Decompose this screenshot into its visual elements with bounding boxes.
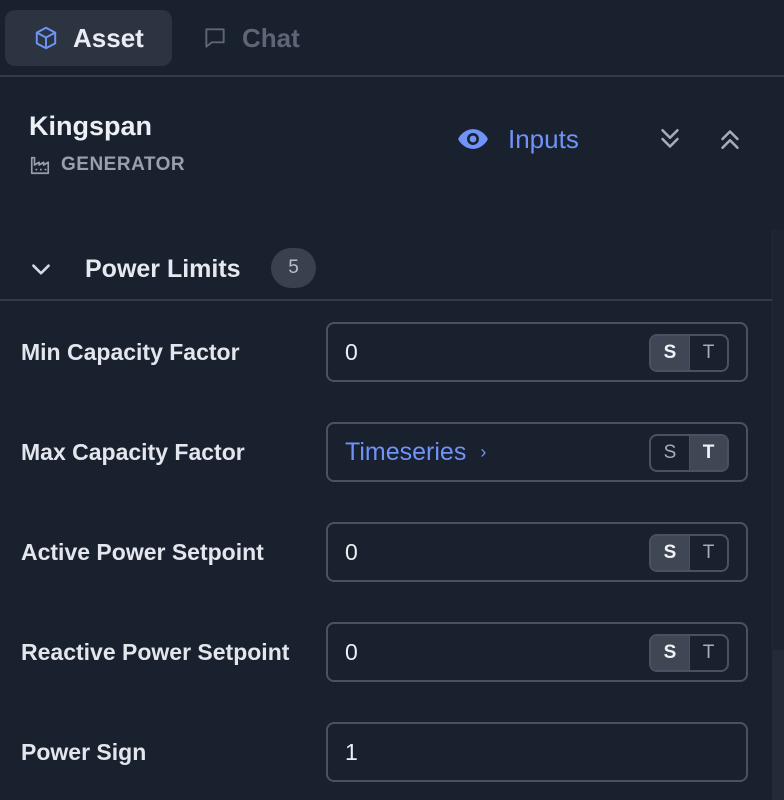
section-header-power-limits[interactable]: Power Limits 5 <box>0 238 772 301</box>
timeseries-option[interactable]: T <box>689 436 727 470</box>
expand-all-button[interactable] <box>655 124 685 154</box>
field-value: 1 <box>345 739 358 765</box>
field-label-active-power-setpoint: Active Power Setpoint <box>21 539 264 565</box>
min-capacity-factor-field[interactable]: 0 S T <box>326 322 748 382</box>
timeseries-option[interactable]: T <box>689 536 727 570</box>
timeseries-option[interactable]: T <box>689 636 727 670</box>
asset-name: Kingspan <box>29 111 153 141</box>
section-title: Power Limits <box>85 255 241 283</box>
factory-icon <box>30 156 50 175</box>
static-option[interactable]: S <box>651 536 689 570</box>
active-power-setpoint-field[interactable]: 0 S T <box>326 522 748 582</box>
static-timeseries-toggle[interactable]: S T <box>649 334 729 372</box>
field-label-reactive-power-setpoint: Reactive Power Setpoint <box>21 639 290 665</box>
inputs-label: Inputs <box>508 123 579 154</box>
chevron-right-icon: › <box>480 442 487 462</box>
field-value: 0 <box>345 639 358 665</box>
tab-asset[interactable]: Asset <box>5 10 172 66</box>
static-option[interactable]: S <box>651 436 689 470</box>
collapse-all-button[interactable] <box>715 124 745 154</box>
static-option[interactable]: S <box>651 636 689 670</box>
timeseries-link[interactable]: Timeseries › <box>345 438 486 467</box>
scrollbar-thumb[interactable] <box>773 650 784 800</box>
count-badge: 5 <box>271 248 316 288</box>
field-label-max-capacity-factor: Max Capacity Factor <box>21 439 245 465</box>
field-label-min-capacity-factor: Min Capacity Factor <box>21 339 240 365</box>
timeseries-link-label: Timeseries <box>345 438 467 466</box>
tab-label: Chat <box>242 22 300 53</box>
static-option[interactable]: S <box>651 336 689 370</box>
tab-chat[interactable]: Chat <box>174 10 324 66</box>
chevrons-down-icon <box>661 129 679 148</box>
chevrons-up-icon <box>721 130 739 149</box>
power-sign-field[interactable]: 1 <box>326 722 748 782</box>
reactive-power-setpoint-field[interactable]: 0 S T <box>326 622 748 682</box>
asset-type: GENERATOR <box>29 154 185 176</box>
eye-icon <box>458 129 488 149</box>
field-label-power-sign: Power Sign <box>21 739 147 765</box>
static-timeseries-toggle[interactable]: S T <box>649 434 729 472</box>
chevron-down-icon[interactable] <box>28 257 54 283</box>
tab-label: Asset <box>73 22 144 53</box>
field-value: 0 <box>345 539 358 565</box>
field-value: 0 <box>345 339 358 365</box>
timeseries-option[interactable]: T <box>689 336 727 370</box>
inputs-view-button[interactable]: Inputs <box>456 122 579 156</box>
chat-bubble-icon <box>205 28 225 48</box>
asset-type-label: GENERATOR <box>61 154 186 175</box>
static-timeseries-toggle[interactable]: S T <box>649 634 729 672</box>
cube-icon <box>35 26 57 50</box>
tab-bar: Asset Chat <box>0 0 784 77</box>
max-capacity-factor-field[interactable]: Timeseries › S T <box>326 422 748 482</box>
static-timeseries-toggle[interactable]: S T <box>649 534 729 572</box>
